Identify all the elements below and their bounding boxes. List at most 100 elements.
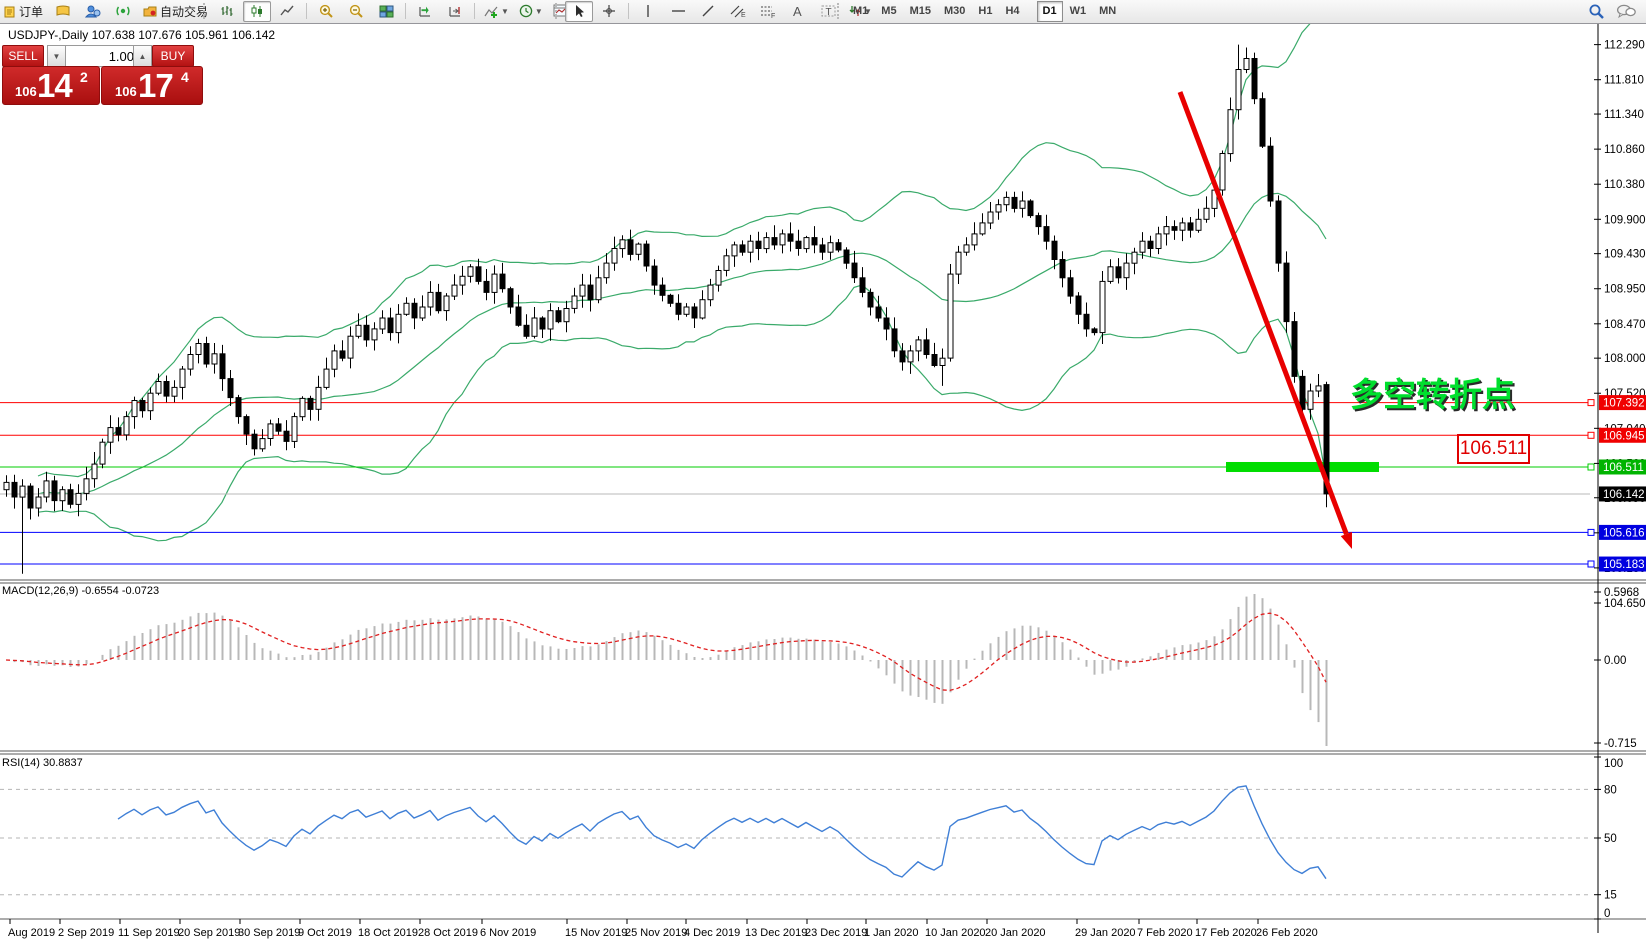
- candle-body: [212, 354, 217, 364]
- candle-body: [884, 318, 889, 329]
- candle-body: [180, 369, 185, 387]
- candle-body: [1308, 391, 1313, 409]
- candle-body: [1316, 386, 1321, 391]
- toolbar-group-objects: E F A T ▼: [552, 0, 876, 22]
- timeframe-M5[interactable]: M5: [875, 1, 902, 22]
- rsi-tick-label: 80: [1604, 784, 1617, 796]
- candle-body: [916, 340, 921, 351]
- market-watch-button[interactable]: [49, 1, 77, 22]
- zoom-in-button[interactable]: [312, 1, 340, 22]
- periods-caret: ▼: [535, 7, 543, 16]
- candle-body: [340, 351, 345, 358]
- candle-chart-mode-button[interactable]: [243, 1, 271, 22]
- candle-body: [988, 212, 993, 223]
- fibonacci-icon: F: [760, 4, 776, 18]
- new-order-button[interactable]: 订单: [0, 1, 47, 22]
- vline-tool-button[interactable]: [634, 1, 662, 22]
- macd-tick-label: 0.5968: [1604, 587, 1639, 599]
- fibonacci-tool-button[interactable]: F: [754, 1, 782, 22]
- text-tool-button[interactable]: A: [784, 1, 812, 22]
- chat-button[interactable]: [1612, 1, 1640, 22]
- time-label: 10 Jan 2020: [925, 927, 986, 939]
- candle-body: [908, 351, 913, 362]
- candle-body: [1052, 241, 1057, 259]
- candle-body: [148, 393, 153, 411]
- crosshair-icon: [602, 4, 616, 18]
- support-highlight-bar[interactable]: [1226, 462, 1379, 472]
- timeframe-M1[interactable]: M1: [847, 1, 874, 22]
- price-callout-box: 106.511: [1457, 434, 1530, 464]
- candle-body: [644, 244, 649, 266]
- candle-body: [740, 245, 745, 252]
- candle-body: [956, 252, 961, 274]
- timeframe-M15[interactable]: M15: [904, 1, 937, 22]
- candle-body: [244, 417, 249, 435]
- horizontal-line-icon: [671, 4, 686, 18]
- periods-button[interactable]: ▼: [515, 1, 547, 22]
- candle-body: [140, 401, 145, 411]
- time-label: 1 Jan 2020: [864, 927, 918, 939]
- candle-body: [780, 234, 785, 245]
- sell-button[interactable]: SELL: [2, 45, 44, 67]
- candle-body: [1300, 376, 1305, 409]
- candle-body: [44, 481, 49, 497]
- candle-body: [1004, 197, 1009, 204]
- candle-body: [1092, 329, 1097, 333]
- candle-body: [612, 249, 617, 264]
- trendline-tool-button[interactable]: [694, 1, 722, 22]
- candle-body: [588, 285, 593, 300]
- candle-body: [1028, 201, 1033, 216]
- timeframe-H4[interactable]: H4: [999, 1, 1025, 22]
- candle-body: [1220, 154, 1225, 191]
- candle-body: [836, 243, 841, 250]
- candle-body: [172, 387, 177, 396]
- auto-scroll-button[interactable]: [411, 1, 439, 22]
- indicators-button[interactable]: ▼: [480, 1, 513, 22]
- candle-body: [68, 490, 73, 505]
- buy-button[interactable]: BUY: [152, 45, 194, 67]
- candle-body: [1076, 296, 1081, 314]
- candle-body: [76, 493, 81, 504]
- bar-chart-mode-button[interactable]: [213, 1, 241, 22]
- chart-shift-button[interactable]: [441, 1, 469, 22]
- zoom-out-button[interactable]: [342, 1, 370, 22]
- candle-body: [108, 428, 113, 443]
- sell-price-sup: 2: [80, 69, 88, 85]
- lot-size-input[interactable]: [65, 45, 139, 67]
- chart-canvas[interactable]: 112.290111.810111.340110.860110.380109.9…: [0, 24, 1646, 944]
- timeframe-H1[interactable]: H1: [972, 1, 998, 22]
- timeframe-D1[interactable]: D1: [1037, 1, 1063, 22]
- rsi-tick-label: 50: [1604, 833, 1617, 845]
- lot-increase-button[interactable]: ▲: [133, 45, 152, 67]
- timeframe-W1[interactable]: W1: [1064, 1, 1093, 22]
- hline-tool-button[interactable]: [664, 1, 692, 22]
- time-label: 2 Sep 2019: [58, 927, 114, 939]
- candle-body: [932, 355, 937, 366]
- candle-body: [220, 354, 225, 379]
- tile-windows-button[interactable]: [372, 1, 400, 22]
- candle-body: [348, 336, 353, 358]
- candle-body: [1084, 314, 1089, 329]
- sell-price-box[interactable]: 106 14 2: [2, 66, 100, 105]
- candle-body: [924, 340, 929, 355]
- candle-body: [164, 382, 169, 397]
- chart-window: 112.290111.810111.340110.860110.380109.9…: [0, 24, 1646, 944]
- trend-arrow[interactable]: [1180, 92, 1352, 549]
- timeframe-M30[interactable]: M30: [938, 1, 971, 22]
- candle-body: [292, 417, 297, 442]
- channel-tool-button[interactable]: E: [724, 1, 752, 22]
- time-label: 30 Sep 2019: [238, 927, 300, 939]
- hline-marker: [1588, 400, 1594, 406]
- line-chart-mode-button[interactable]: [273, 1, 301, 22]
- candle-body: [468, 267, 473, 277]
- crosshair-tool-button[interactable]: [595, 1, 623, 22]
- timeframe-MN[interactable]: MN: [1093, 1, 1122, 22]
- community-button[interactable]: [79, 1, 107, 22]
- search-button[interactable]: [1582, 1, 1610, 22]
- cursor-tool-button[interactable]: [565, 1, 593, 22]
- signals-button[interactable]: [109, 1, 137, 22]
- lot-decrease-button[interactable]: ▼: [47, 45, 66, 67]
- candle-body: [548, 311, 553, 329]
- buy-price-box[interactable]: 106 17 4: [101, 66, 203, 105]
- price-tick-label: 111.810: [1604, 75, 1644, 87]
